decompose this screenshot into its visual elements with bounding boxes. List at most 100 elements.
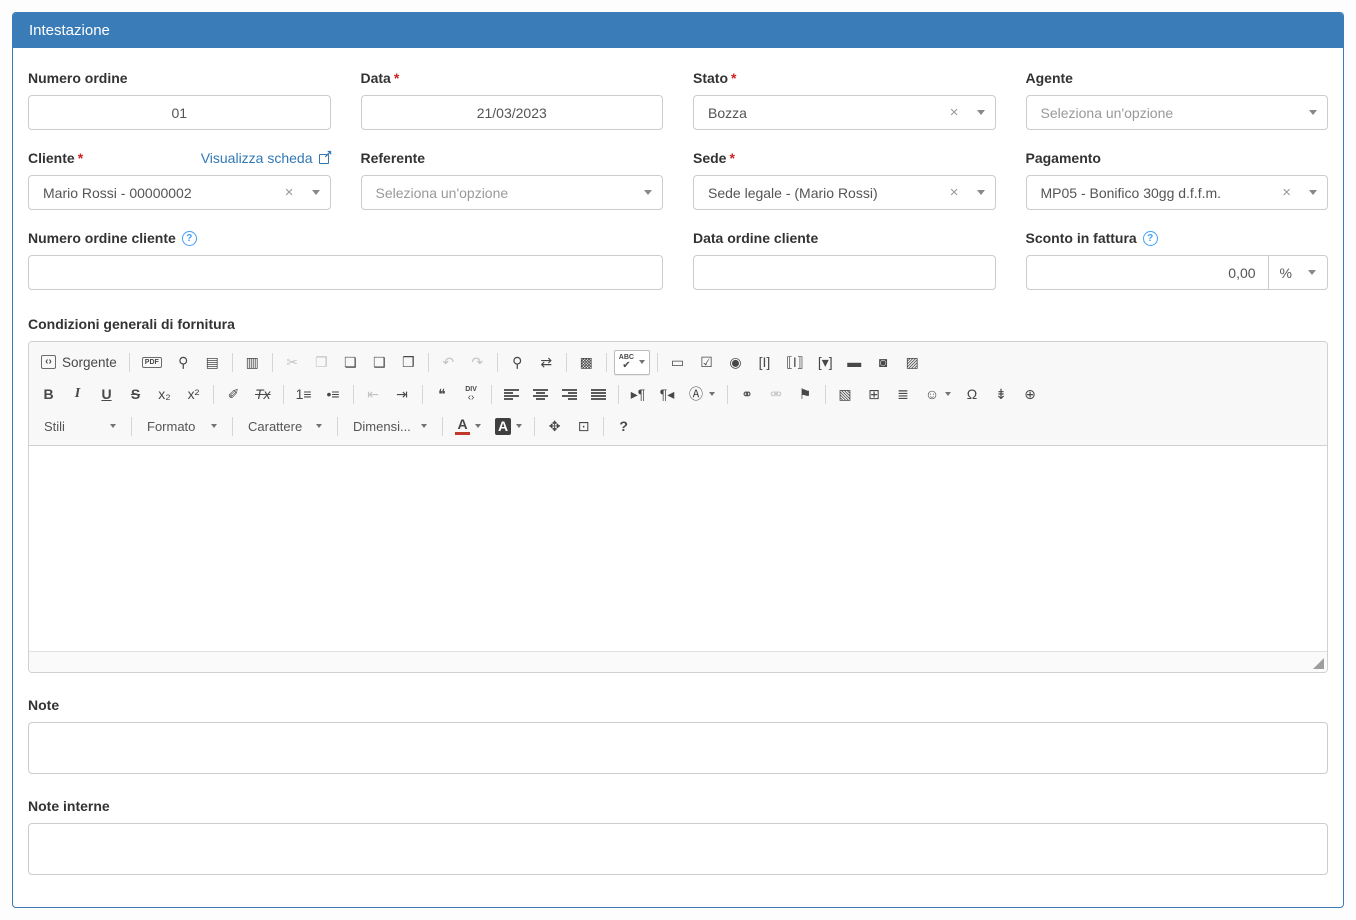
language-icon: Ⓐ [689,387,704,401]
text-field-button[interactable]: [I] [752,351,777,373]
help-icon[interactable]: ? [182,231,197,246]
sconto-unit-select[interactable]: % [1268,256,1327,289]
clear-icon[interactable]: × [940,184,969,201]
blockquote-button[interactable]: ❝ [430,383,455,405]
text-color-button[interactable]: A [450,413,486,439]
data-ordine-cliente-input[interactable] [693,255,996,290]
editor-resize-handle[interactable] [1313,658,1324,669]
replace-button[interactable]: ⇄ [534,351,559,373]
select-field-button[interactable]: [▾] [813,351,838,373]
align-center-button[interactable] [528,385,553,404]
bidi-rtl-button[interactable]: ¶◂ [655,383,680,405]
styles-combo[interactable]: Stili [36,414,124,439]
align-left-button[interactable] [499,385,524,404]
numero-ordine-input[interactable] [28,95,331,130]
bg-color-button[interactable]: A [490,414,527,439]
numbered-list-button[interactable]: 1≡ [291,383,317,405]
clear-icon[interactable]: × [940,104,969,121]
numero-ordine-cliente-input[interactable] [28,255,663,290]
visualizza-scheda-link[interactable]: Visualizza scheda [201,150,331,166]
iframe-button[interactable]: ⊕ [1018,383,1043,405]
textarea-button[interactable]: ⟦I⟧ [781,351,809,373]
panel-title: Intestazione [13,13,1343,48]
copy-formatting-icon: ✐ [226,387,241,401]
spellcheck-button[interactable]: ABC✔ [614,350,650,375]
image-button-button[interactable]: ◙ [871,351,896,373]
size-combo[interactable]: Dimensi... [345,414,435,439]
bidi-ltr-button[interactable]: ▸¶ [626,383,651,405]
link-button[interactable]: ⚭ [735,383,760,405]
templates-button[interactable]: ▥ [240,351,265,373]
smiley-button[interactable]: ☺ [920,383,956,405]
image-icon: ▧ [838,387,853,401]
font-combo[interactable]: Carattere [240,414,330,439]
button-field-button[interactable]: ▬ [842,351,867,373]
data-input[interactable] [361,95,664,130]
maximize-button[interactable]: ✥ [542,415,567,437]
underline-button[interactable]: U [94,383,119,405]
clear-icon[interactable]: × [1272,184,1301,201]
help-icon[interactable]: ? [1143,231,1158,246]
chevron-down-icon [639,360,645,364]
sconto-label: Sconto in fattura [1026,230,1137,246]
paste-word-button[interactable]: ❒ [396,351,421,373]
radio-button[interactable]: ◉ [723,351,748,373]
chevron-down-icon [644,190,652,195]
note-interne-label: Note interne [28,798,1328,814]
anchor-button[interactable]: ⚑ [793,383,818,405]
show-blocks-button[interactable]: ⊡ [571,415,596,437]
editor-content[interactable] [29,446,1327,651]
select-all-button[interactable]: ▩ [574,351,599,373]
image-button[interactable]: ▧ [833,383,858,405]
find-button[interactable]: ⚲ [505,351,530,373]
remove-format-button[interactable]: Tx [250,383,276,405]
form-button[interactable]: ▭ [665,351,690,373]
special-char-button[interactable]: Ω [960,383,985,405]
toolbar-separator [727,385,728,404]
table-button[interactable]: ⊞ [862,383,887,405]
strikethrough-button[interactable]: S [123,383,148,405]
bulleted-list-button[interactable]: •≡ [321,383,346,405]
subscript-button[interactable]: x₂ [152,383,177,405]
paste-text-button[interactable]: ❑ [367,351,392,373]
language-button[interactable]: Ⓐ [684,383,720,405]
superscript-button[interactable]: x² [181,383,206,405]
show-blocks-icon: ⊡ [576,419,591,433]
sede-select[interactable]: Sede legale - (Mario Rossi) × [693,175,996,210]
print-button[interactable]: ▤ [200,351,225,373]
special-char-icon: Ω [965,387,980,401]
print-icon: ▤ [205,355,220,369]
checkbox-button[interactable]: ☑ [694,351,719,373]
iframe-icon: ⊕ [1023,387,1038,401]
styles-combo-label: Stili [44,419,65,434]
clear-icon[interactable]: × [275,184,304,201]
sconto-input[interactable] [1027,256,1268,289]
referente-select[interactable]: Seleziona un'opzione [361,175,664,210]
horizontal-rule-icon: ≣ [896,387,911,401]
cliente-select[interactable]: Mario Rossi - 00000002 × [28,175,331,210]
stato-select[interactable]: Bozza × [693,95,996,130]
bold-button[interactable]: B [36,383,61,405]
pagamento-select[interactable]: MP05 - Bonifico 30gg d.f.f.m. × [1026,175,1329,210]
increase-indent-button[interactable]: ⇥ [390,383,415,405]
copy-formatting-button[interactable]: ✐ [221,383,246,405]
agente-select[interactable]: Seleziona un'opzione [1026,95,1329,130]
italic-button[interactable]: I [65,383,90,405]
panel-body: Numero ordine Data* Stato* Bozza × Agent… [13,48,1343,907]
agente-placeholder: Seleziona un'opzione [1041,105,1302,121]
horizontal-rule-button[interactable]: ≣ [891,383,916,405]
align-justify-button[interactable] [586,385,611,404]
source-button[interactable]: ‹›Sorgente [36,351,122,374]
export-pdf-button[interactable]: PDF [137,353,167,372]
hidden-field-button[interactable]: ▨ [900,351,925,373]
preview-button[interactable]: ⚲ [171,351,196,373]
about-button[interactable]: ? [611,415,636,437]
note-textarea[interactable] [28,722,1328,774]
format-combo[interactable]: Formato [139,414,225,439]
note-interne-textarea[interactable] [28,823,1328,875]
align-right-button[interactable] [557,385,582,404]
paste-button[interactable]: ❏ [338,351,363,373]
visualizza-scheda-label: Visualizza scheda [201,150,313,166]
div-container-button[interactable]: DIV‹› [459,382,484,407]
page-break-button[interactable]: ⇟ [989,383,1014,405]
